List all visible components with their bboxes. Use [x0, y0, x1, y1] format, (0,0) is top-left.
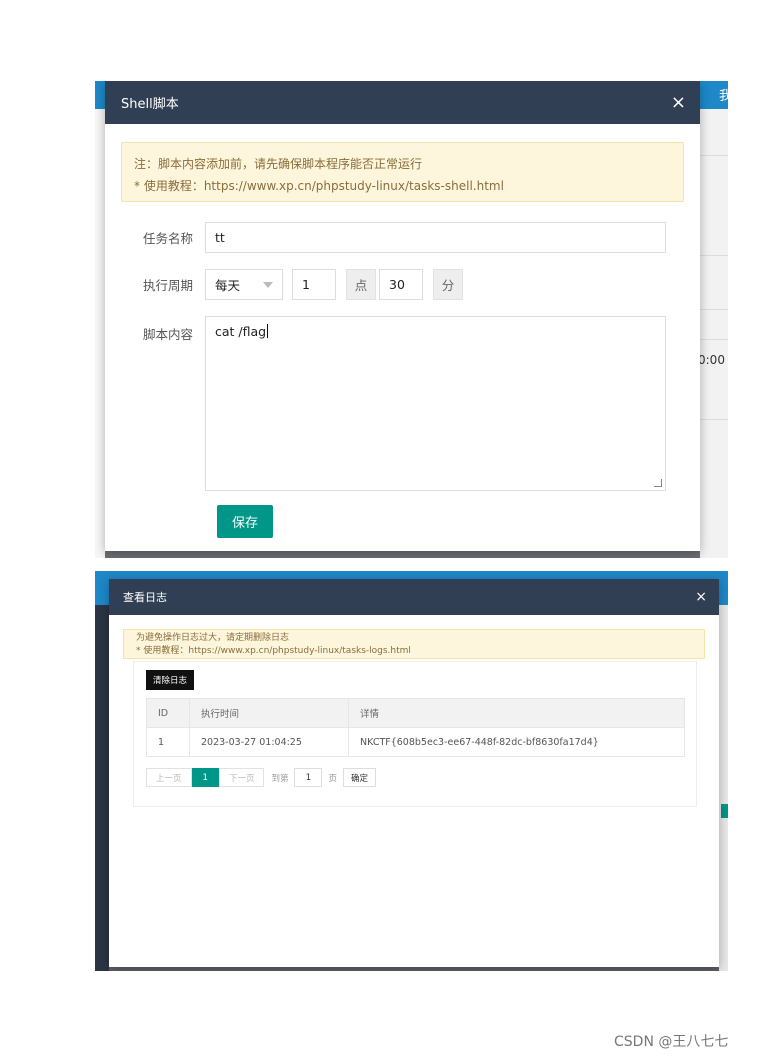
column-header-id: ID: [146, 698, 190, 728]
log-screenshot: 查看日志 × 为避免操作日志过大，请定期删除日志 * 使用教程：https://…: [95, 571, 728, 971]
background-accent-block: [721, 804, 728, 818]
table-row: 1 2023-03-27 01:04:25 NKCTF{608b5ec3-ee6…: [146, 727, 685, 757]
script-textarea[interactable]: cat /flag: [205, 316, 666, 491]
cell-time: 2023-03-27 01:04:25: [189, 727, 349, 757]
background-time-fragment: 0:00: [698, 353, 725, 367]
cell-detail: NKCTF{608b5ec3-ee67-448f-82dc-bf8630fa17…: [348, 727, 685, 757]
prev-page-button[interactable]: 上一页: [146, 768, 192, 787]
column-header-detail: 详情: [348, 698, 685, 728]
period-select-value: 每天: [215, 278, 241, 293]
notice-line-2: * 使用教程：https://www.xp.cn/phpstudy-linux/…: [136, 646, 411, 656]
dialog-header: 查看日志 ×: [109, 579, 719, 615]
text-cursor: [267, 324, 269, 338]
notice-box: 为避免操作日志过大，请定期删除日志 * 使用教程：https://www.xp.…: [123, 629, 705, 659]
close-icon[interactable]: ×: [695, 589, 707, 605]
clear-logs-button[interactable]: 清除日志: [146, 670, 194, 690]
save-button[interactable]: 保存: [217, 505, 273, 538]
pagination: 上一页 1 下一页 到第 1 页 确定: [146, 768, 376, 787]
hour-input[interactable]: 1: [292, 269, 336, 300]
chevron-down-icon: [263, 281, 273, 288]
task-name-row: 任务名称 tt: [105, 222, 666, 253]
background-left-area: [95, 109, 105, 558]
background-right-area: [700, 109, 728, 558]
dialog-header: Shell脚本 ×: [105, 81, 700, 124]
close-icon[interactable]: ×: [671, 92, 686, 113]
task-name-label: 任务名称: [142, 231, 193, 246]
task-name-input[interactable]: tt: [205, 222, 666, 253]
log-dialog: 查看日志 × 为避免操作日志过大，请定期删除日志 * 使用教程：https://…: [109, 579, 719, 967]
notice-line-1: 注：脚本内容添加前，请先确保脚本程序能否正常运行: [134, 157, 423, 171]
log-panel: 清除日志 ID 执行时间 详情 1 2023-03-27 01:04:25 NK…: [133, 661, 697, 807]
goto-page-input[interactable]: 1: [294, 768, 323, 787]
cycle-row: 执行周期 每天 1 点 30 分: [105, 269, 463, 300]
page-1-button[interactable]: 1: [191, 768, 219, 787]
notice-line-2: * 使用教程：https://www.xp.cn/phpstudy-linux/…: [134, 179, 504, 193]
goto-confirm-button[interactable]: 确定: [342, 768, 376, 787]
shell-screenshot: 我 0:00 Shell脚本 × 注：脚本内容添加前，请先确保脚本程序能否正常运…: [95, 81, 728, 558]
goto-suffix: 页: [328, 773, 337, 784]
dialog-title: 查看日志: [123, 591, 167, 604]
minute-unit: 分: [433, 269, 463, 300]
script-label: 脚本内容: [142, 327, 193, 342]
script-row: 脚本内容 cat /flag: [105, 316, 666, 491]
background-topbar-text: 我: [719, 89, 728, 104]
background-sidebar: [95, 605, 109, 971]
log-table: ID 执行时间 详情 1 2023-03-27 01:04:25 NKCTF{6…: [146, 698, 685, 757]
cycle-label: 执行周期: [142, 278, 193, 293]
watermark: CSDN @王八七七: [614, 1034, 729, 1050]
goto-prefix: 到第: [271, 773, 289, 784]
period-select[interactable]: 每天: [205, 269, 283, 300]
background-right-area: [719, 605, 728, 971]
column-header-time: 执行时间: [189, 698, 349, 728]
table-header-row: ID 执行时间 详情: [146, 698, 685, 728]
notice-line-1: 为避免操作日志过大，请定期删除日志: [136, 633, 290, 643]
hour-unit: 点: [346, 269, 376, 300]
script-text: cat /flag: [215, 324, 267, 339]
next-page-button[interactable]: 下一页: [218, 768, 265, 787]
minute-input[interactable]: 30: [379, 269, 423, 300]
dialog-title: Shell脚本: [121, 97, 179, 112]
cell-id: 1: [146, 727, 190, 757]
notice-box: 注：脚本内容添加前，请先确保脚本程序能否正常运行 * 使用教程：https://…: [121, 142, 684, 202]
resize-handle-icon[interactable]: [654, 479, 662, 487]
shell-script-dialog: Shell脚本 × 注：脚本内容添加前，请先确保脚本程序能否正常运行 * 使用教…: [105, 81, 700, 551]
